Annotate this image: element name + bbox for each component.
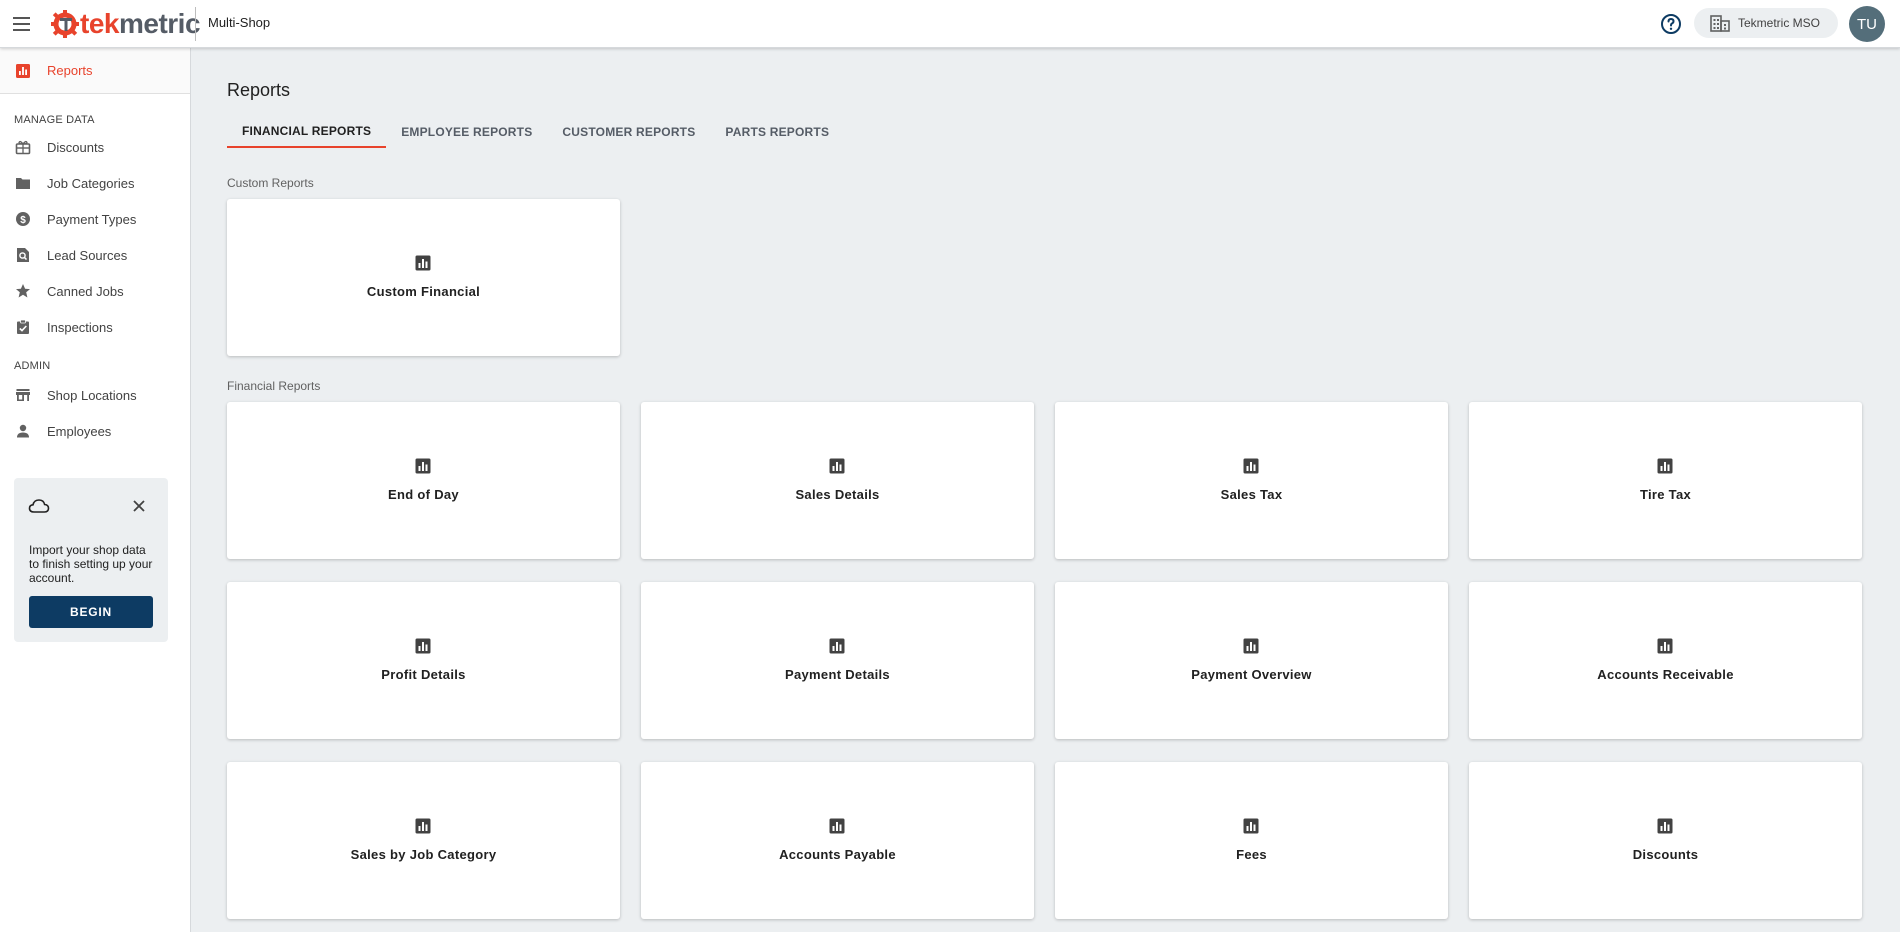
manage-data-heading: MANAGE DATA [14,114,95,126]
sidebar-item-discounts[interactable]: Discounts [0,131,190,163]
report-card-fees[interactable]: Fees [1055,762,1448,919]
tab-employee-reports[interactable]: EMPLOYEE REPORTS [386,116,547,148]
discount-icon [15,140,31,155]
report-card-title: Payment Details [785,667,890,682]
sidebar-item-payment-types[interactable]: $ Payment Types [0,203,190,235]
gear-logo-icon [51,10,79,38]
import-message: Import your shop data to finish setting … [29,543,153,585]
person-icon [17,424,29,438]
page-title: Reports [227,80,291,100]
logo-tek-text: tek [80,8,119,39]
report-card-tire-tax[interactable]: Tire Tax [1469,402,1862,559]
close-icon[interactable] [130,497,148,515]
sidebar-item-label: Inspections [47,319,113,335]
dollar-circle-icon: $ [16,212,30,226]
report-chart-icon [1657,638,1673,654]
shop-selector[interactable]: Tekmetric MSO [1694,8,1838,38]
financial-reports-heading: Financial Reports [227,379,321,393]
report-card-title: Fees [1236,847,1267,862]
report-card-discounts[interactable]: Discounts [1469,762,1862,919]
sidebar-item-label: Payment Types [47,211,137,227]
sidebar-item-label: Employees [47,423,112,439]
admin-heading: ADMIN [14,360,51,372]
user-avatar[interactable]: TU [1849,6,1885,42]
help-icon[interactable] [1659,12,1683,36]
logo-wordmark: tekmetric [80,8,201,40]
report-card-sales-by-job-category[interactable]: Sales by Job Category [227,762,620,919]
report-card-title: End of Day [388,487,459,502]
tekmetric-logo[interactable]: tekmetric [50,8,201,40]
report-chart-icon [829,638,845,654]
begin-button[interactable]: BEGIN [29,596,153,628]
report-chart-icon [415,255,431,271]
top-app-bar: tekmetric Multi-Shop Tekmetric MSO TU [0,0,1900,48]
shop-selector-label: Tekmetric MSO [1738,16,1821,30]
clipboard-check-icon [17,319,29,334]
report-card-sales-tax[interactable]: Sales Tax [1055,402,1448,559]
logo-metric-text: metric [118,8,201,39]
tab-financial-reports[interactable]: FINANCIAL REPORTS [227,116,387,148]
sidebar-item-shop-locations[interactable]: Shop Locations [0,379,190,411]
report-chart-icon [415,818,431,834]
report-chart-icon [415,638,431,654]
sidebar-item-label: Shop Locations [47,387,137,403]
folder-icon [16,178,30,189]
report-card-profit-details[interactable]: Profit Details [227,582,620,739]
report-card-title: Sales Tax [1220,487,1283,502]
report-card-title: Sales by Job Category [350,847,497,862]
cloud-icon [28,499,50,513]
bar-chart-icon [16,63,30,78]
sidebar-item-label: Lead Sources [47,247,128,263]
report-card-payment-details[interactable]: Payment Details [641,582,1034,739]
report-chart-icon [415,458,431,474]
sidebar-item-label: Job Categories [47,175,135,191]
sidebar-item-label: Discounts [47,139,105,155]
search-document-icon [17,248,29,262]
sidebar-item-canned-jobs[interactable]: Canned Jobs [0,275,190,307]
svg-text:$: $ [20,215,26,226]
report-card-title: Custom Financial [366,284,481,299]
report-card-end-of-day[interactable]: End of Day [227,402,620,559]
star-icon [16,284,30,298]
tab-parts-reports[interactable]: PARTS REPORTS [710,116,844,148]
report-chart-icon [1243,458,1259,474]
report-card-custom-financial[interactable]: Custom Financial [227,199,620,356]
report-chart-icon [1657,818,1673,834]
sidebar-item-inspections[interactable]: Inspections [0,311,190,343]
report-chart-icon [1243,638,1259,654]
report-chart-icon [1243,818,1259,834]
report-chart-icon [829,458,845,474]
report-card-accounts-payable[interactable]: Accounts Payable [641,762,1034,919]
sidebar-item-label: Reports [47,63,93,78]
report-card-title: Sales Details [795,487,880,502]
report-card-title: Discounts [1632,847,1699,862]
report-card-title: Accounts Payable [779,847,896,862]
report-card-sales-details[interactable]: Sales Details [641,402,1034,559]
import-data-card: Import your shop data to finish setting … [14,478,168,642]
report-card-title: Tire Tax [1639,487,1692,502]
sidebar-item-employees[interactable]: Employees [0,415,190,447]
tab-customer-reports[interactable]: CUSTOMER REPORTS [547,116,710,148]
shop-name: Multi-Shop [208,15,271,30]
sidebar-item-reports[interactable]: Reports [0,48,190,94]
report-chart-icon [1657,458,1673,474]
report-card-payment-overview[interactable]: Payment Overview [1055,582,1448,739]
report-card-title: Accounts Receivable [1597,667,1734,682]
menu-icon[interactable] [13,14,32,33]
store-icon [16,389,30,401]
sidebar-item-label: Canned Jobs [47,283,124,299]
header-divider [195,7,196,41]
sidebar-item-lead-sources[interactable]: Lead Sources [0,239,190,271]
report-card-title: Payment Overview [1191,667,1312,682]
building-icon [1710,15,1730,32]
sidebar-item-job-categories[interactable]: Job Categories [0,167,190,199]
custom-reports-heading: Custom Reports [227,176,314,190]
report-card-title: Profit Details [381,667,466,682]
report-card-accounts-receivable[interactable]: Accounts Receivable [1469,582,1862,739]
sidebar: Reports MANAGE DATA Discounts Job Catego… [0,48,191,932]
report-chart-icon [829,818,845,834]
report-tabs: FINANCIAL REPORTS EMPLOYEE REPORTS CUSTO… [227,116,844,148]
